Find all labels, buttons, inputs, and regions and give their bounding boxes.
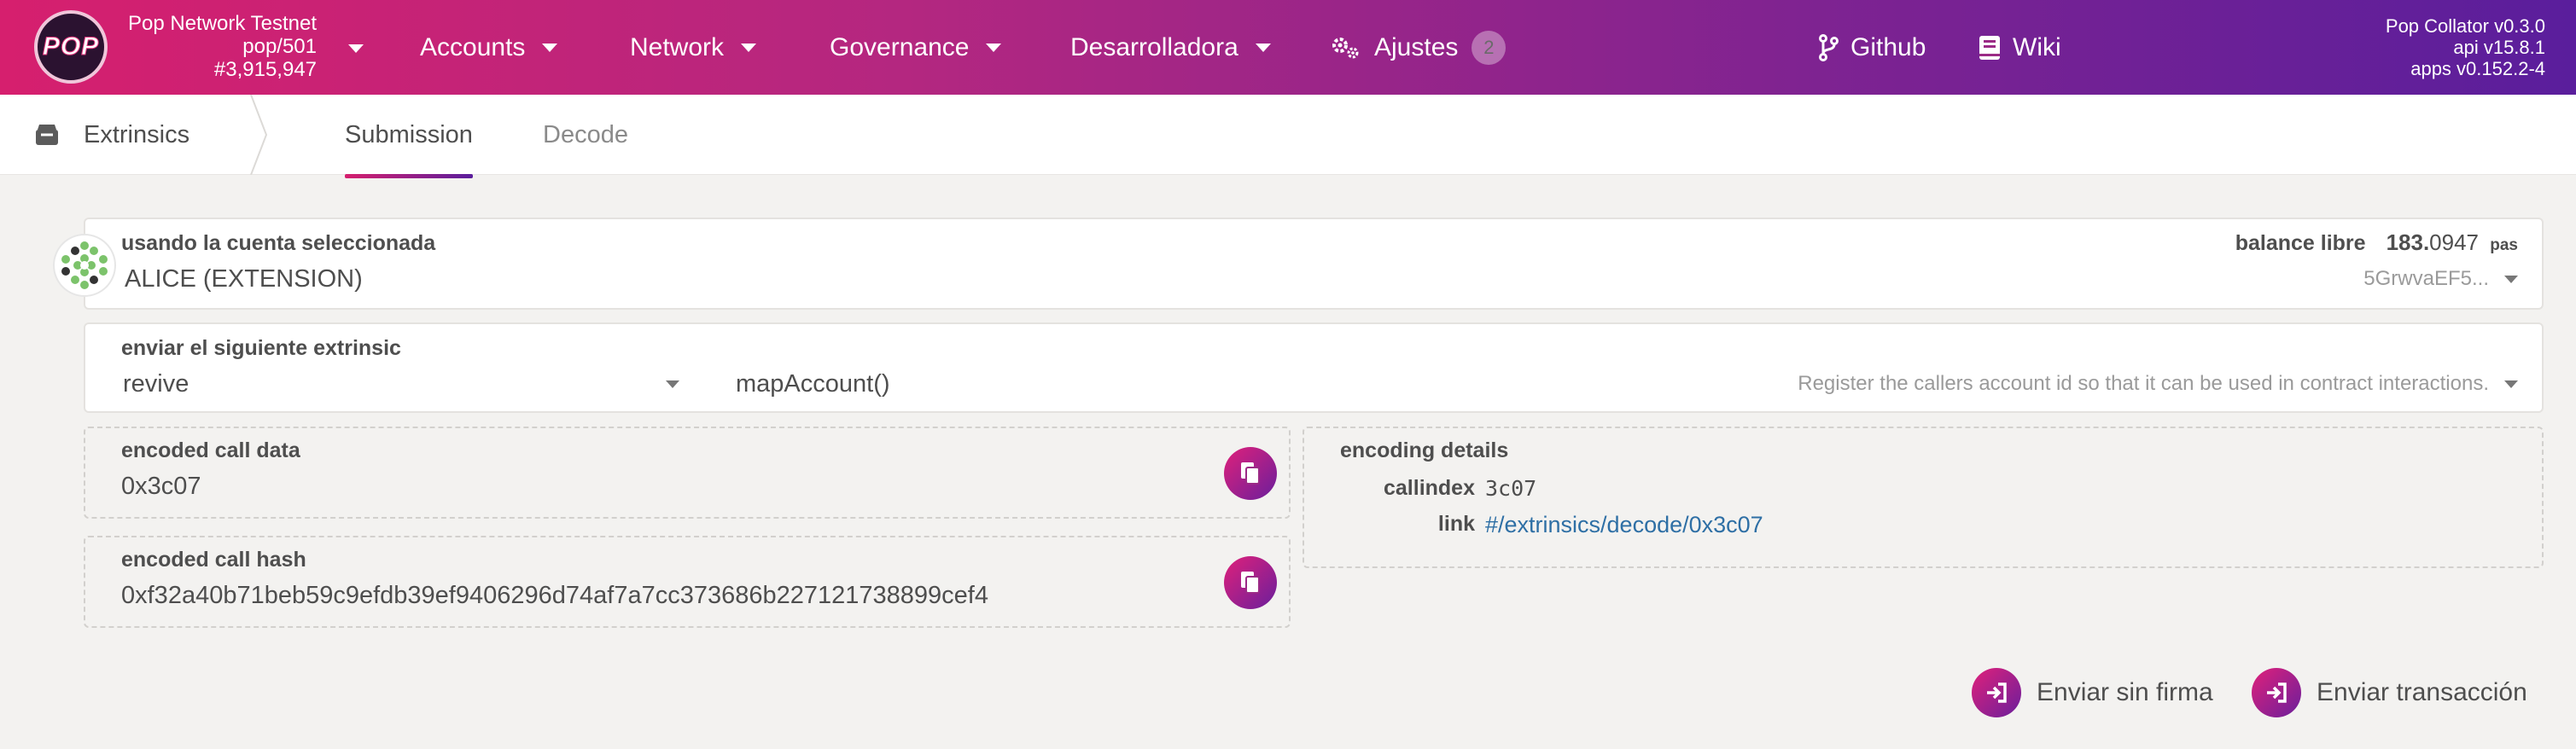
chain-spec: pop/501 bbox=[242, 35, 318, 58]
section-extrinsics[interactable]: Extrinsics bbox=[34, 95, 189, 175]
top-bar: POP Pop Network Testnet pop/501 #3,915,9… bbox=[0, 0, 2576, 95]
account-identicon bbox=[55, 235, 114, 295]
account-label: usando la cuenta seleccionada bbox=[121, 231, 436, 255]
method-description: Register the callers account id so that … bbox=[1798, 372, 2489, 395]
balance-label: balance libre bbox=[2235, 231, 2366, 255]
tab-decode[interactable]: Decode bbox=[517, 95, 654, 175]
menu-label: Network bbox=[630, 32, 725, 61]
submit-unsigned-button[interactable]: Enviar sin firma bbox=[1972, 667, 2213, 718]
address-text: 5GrwvaEF5... bbox=[2363, 267, 2489, 290]
apps-version: apps v0.152.2-4 bbox=[2410, 58, 2545, 79]
menu-governance[interactable]: Governance bbox=[830, 0, 1002, 95]
call-hash-value: 0xf32a40b71beb59c9efdb39ef9406296d74af7a… bbox=[121, 582, 988, 609]
menu-label: Governance bbox=[830, 32, 970, 61]
envelope-icon bbox=[36, 125, 58, 145]
method-value: mapAccount() bbox=[736, 369, 890, 398]
encoding-details: encoding details callindex 3c07 link #/e… bbox=[1303, 427, 2544, 568]
wiki-label: Wiki bbox=[2013, 32, 2061, 61]
menu-network[interactable]: Network bbox=[630, 0, 757, 95]
extrinsic-label: enviar el siguiente extrinsic bbox=[121, 336, 401, 360]
balance-unit: pas bbox=[2490, 236, 2518, 254]
copy-call-hash-button[interactable] bbox=[1224, 556, 1277, 609]
github-link[interactable]: Github bbox=[1818, 0, 1926, 95]
menu-settings[interactable]: Ajustes 2 bbox=[1330, 0, 1507, 95]
encoded-call-hash: encoded call hash 0xf32a40b71beb59c9efdb… bbox=[84, 536, 1291, 628]
copy-call-data-button[interactable] bbox=[1224, 447, 1277, 500]
chevron-down-icon bbox=[666, 380, 679, 388]
menu-label: Desarrolladora bbox=[1070, 32, 1238, 61]
settings-badge: 2 bbox=[1472, 30, 1507, 65]
tab-submission[interactable]: Submission bbox=[319, 95, 498, 178]
account-address: 5GrwvaEF5... bbox=[2363, 267, 2518, 291]
git-branch-icon bbox=[1819, 33, 1839, 61]
github-label: Github bbox=[1850, 32, 1926, 61]
chevron-down-icon[interactable] bbox=[348, 44, 364, 53]
section-label: Extrinsics bbox=[84, 120, 190, 148]
book-icon bbox=[1979, 35, 2000, 60]
node-version: Pop Collator v0.3.0 bbox=[2385, 15, 2545, 37]
call-data-label: encoded call data bbox=[121, 438, 300, 462]
chevron-down-icon bbox=[542, 43, 558, 52]
balance-value: 183.0947 pas bbox=[2387, 229, 2518, 256]
sub-navigation: Extrinsics Submission Decode bbox=[0, 95, 2576, 178]
menu-label: Accounts bbox=[420, 32, 526, 61]
wiki-link[interactable]: Wiki bbox=[1979, 0, 2061, 95]
decode-link[interactable]: #/extrinsics/decode/0x3c07 bbox=[1485, 512, 1763, 538]
pallet-dropdown[interactable]: revive bbox=[123, 365, 679, 403]
sign-in-icon bbox=[2252, 668, 2301, 717]
block-number: #3,915,947 bbox=[213, 58, 318, 81]
active-tab-indicator bbox=[345, 174, 473, 178]
chevron-down-icon bbox=[2504, 380, 2518, 388]
copy-icon bbox=[1241, 572, 1260, 594]
sign-in-icon bbox=[1972, 668, 2021, 717]
pop-logo[interactable]: POP bbox=[34, 10, 108, 84]
menu-accounts[interactable]: Accounts bbox=[420, 0, 558, 95]
submit-transaction-label: Enviar transacción bbox=[2317, 678, 2527, 706]
free-balance: balance libre 183.0947 pas bbox=[2235, 229, 2518, 256]
account-selector[interactable]: usando la cuenta seleccionada ALICE (EXT… bbox=[84, 218, 2544, 310]
balance-decimals: 0947 bbox=[2429, 229, 2480, 255]
copy-icon bbox=[1241, 462, 1260, 485]
version-info: Pop Collator v0.3.0 api v15.8.1 apps v0.… bbox=[2386, 15, 2545, 79]
menu-label: Ajustes bbox=[1374, 32, 1459, 61]
chevron-down-icon bbox=[1255, 43, 1271, 52]
submit-unsigned-label: Enviar sin firma bbox=[2037, 678, 2213, 706]
callindex-value: 3c07 bbox=[1485, 476, 1537, 501]
pallet-value: revive bbox=[123, 369, 189, 398]
method-dropdown[interactable]: mapAccount() Register the callers accoun… bbox=[736, 365, 2518, 403]
method-description-wrap: Register the callers account id so that … bbox=[1798, 372, 2518, 396]
chain-selector[interactable]: Pop Network Testnet pop/501 #3,915,947 bbox=[128, 12, 317, 81]
callindex-label: callindex bbox=[1384, 476, 1475, 500]
section-divider bbox=[250, 95, 268, 175]
link-label: link bbox=[1437, 512, 1475, 536]
logo-text: POP bbox=[42, 32, 100, 61]
gears-icon bbox=[1332, 37, 1359, 58]
extrinsic-selector: enviar el siguiente extrinsic revive map… bbox=[84, 322, 2544, 413]
tab-label: Submission bbox=[345, 120, 473, 148]
chevron-down-icon bbox=[2504, 275, 2518, 283]
chevron-down-icon bbox=[741, 43, 757, 52]
menu-developer[interactable]: Desarrolladora bbox=[1070, 0, 1271, 95]
chain-name: Pop Network Testnet bbox=[128, 12, 318, 35]
account-name: ALICE (EXTENSION) bbox=[125, 265, 363, 293]
call-data-value: 0x3c07 bbox=[121, 473, 201, 500]
submit-transaction-button[interactable]: Enviar transacción bbox=[2252, 667, 2527, 718]
encoded-call-data: encoded call data 0x3c07 bbox=[84, 427, 1291, 519]
chevron-down-icon bbox=[986, 43, 1002, 52]
api-version: api v15.8.1 bbox=[2453, 37, 2545, 58]
encoding-details-label: encoding details bbox=[1340, 438, 1509, 462]
call-hash-label: encoded call hash bbox=[121, 548, 306, 572]
tab-label: Decode bbox=[543, 120, 628, 148]
balance-integer: 183. bbox=[2386, 229, 2430, 255]
